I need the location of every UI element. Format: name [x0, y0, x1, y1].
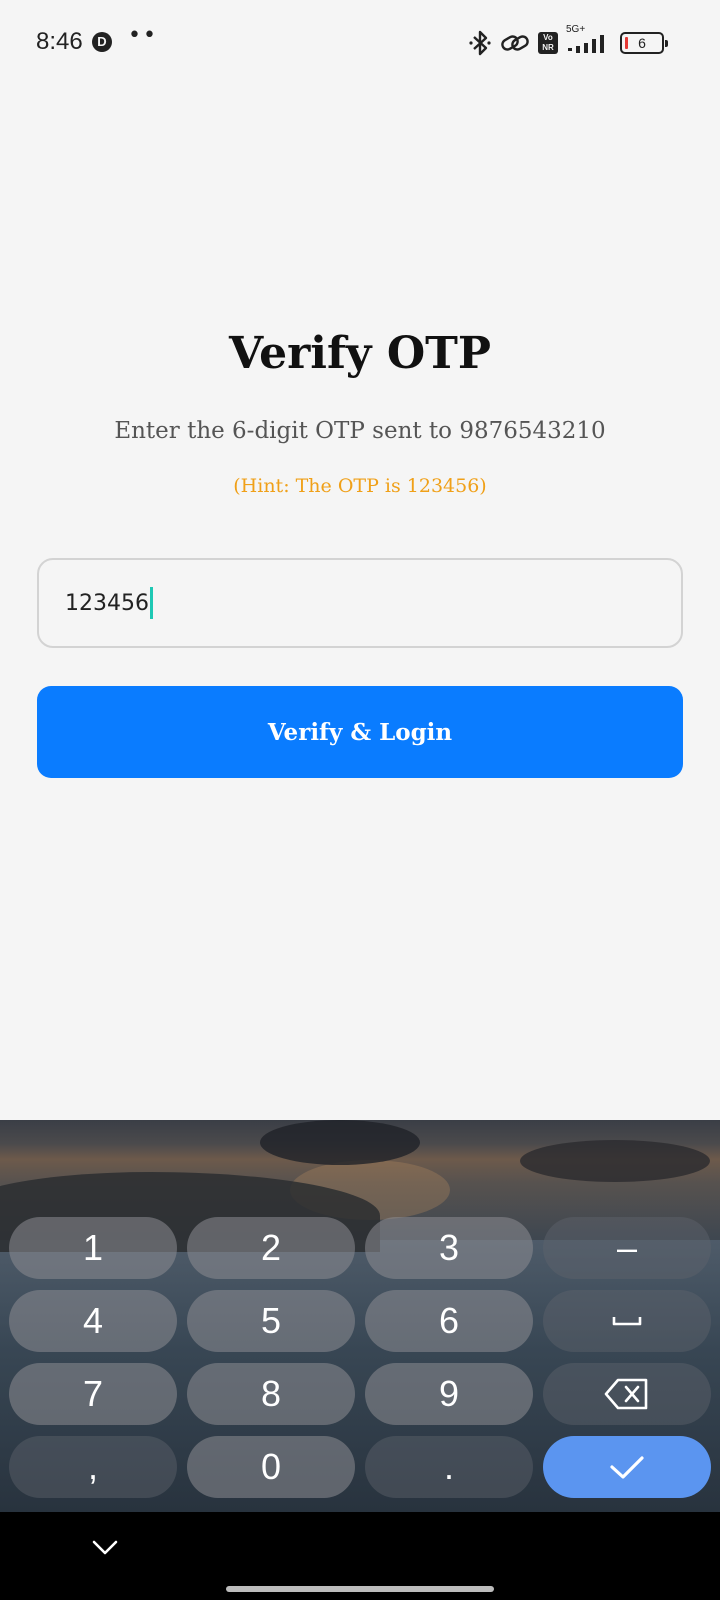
more-notifications-icon: ••	[128, 23, 158, 48]
checkmark-icon	[610, 1456, 644, 1479]
key-period[interactable]: .	[365, 1436, 533, 1498]
key-5[interactable]: 5	[187, 1290, 355, 1352]
hide-keyboard-icon[interactable]	[90, 1532, 120, 1562]
key-backspace[interactable]	[543, 1363, 711, 1425]
key-0[interactable]: 0	[187, 1436, 355, 1498]
key-enter[interactable]	[543, 1436, 711, 1498]
backspace-icon	[604, 1378, 648, 1410]
verify-login-button[interactable]: Verify & Login	[37, 686, 683, 778]
keyboard-background-cloud	[520, 1140, 710, 1182]
otp-hint: (Hint: The OTP is 123456)	[233, 475, 487, 497]
key-3[interactable]: 3	[365, 1217, 533, 1279]
link-icon	[501, 35, 529, 51]
key-7[interactable]: 7	[9, 1363, 177, 1425]
key-dash[interactable]: –	[543, 1217, 711, 1279]
otp-input-value: 123456	[65, 590, 149, 616]
status-time: 8:46	[36, 28, 83, 55]
bluetooth-icon	[469, 30, 491, 56]
battery-icon: 6	[620, 32, 668, 54]
space-icon	[612, 1317, 642, 1326]
key-6[interactable]: 6	[365, 1290, 533, 1352]
navigation-bar	[0, 1512, 720, 1600]
status-bar: 8:46 D •• Vo NR 5G+ 6	[0, 0, 720, 90]
app-notification-icon: D	[92, 32, 112, 52]
numeric-keyboard: 1 2 3 – 4 5 6 7 8 9 , 0 .	[0, 1120, 720, 1512]
key-9[interactable]: 9	[365, 1363, 533, 1425]
otp-instructions: Enter the 6-digit OTP sent to 9876543210	[114, 418, 606, 444]
volte-icon: Vo NR	[538, 32, 558, 54]
key-1[interactable]: 1	[9, 1217, 177, 1279]
text-cursor	[149, 587, 153, 619]
key-comma[interactable]: ,	[9, 1436, 177, 1498]
home-indicator[interactable]	[226, 1586, 494, 1592]
keyboard-background-cloud	[260, 1120, 420, 1165]
signal-icon: 5G+	[566, 24, 612, 57]
status-icons: Vo NR 5G+ 6	[468, 24, 668, 58]
otp-input[interactable]: 123456	[37, 558, 683, 648]
page-title: Verify OTP	[229, 328, 491, 379]
key-8[interactable]: 8	[187, 1363, 355, 1425]
key-space[interactable]	[543, 1290, 711, 1352]
key-4[interactable]: 4	[9, 1290, 177, 1352]
key-2[interactable]: 2	[187, 1217, 355, 1279]
